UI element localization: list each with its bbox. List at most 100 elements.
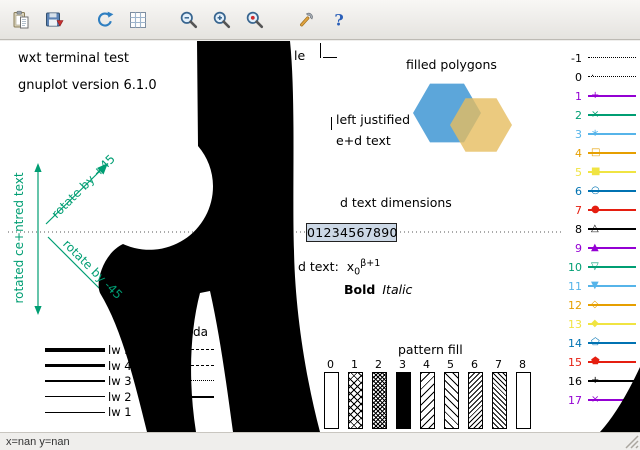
legend-marker: · [591, 70, 595, 82]
toolbar-separator [158, 19, 176, 20]
linewidth-line [45, 379, 105, 383]
copy-button[interactable] [8, 6, 34, 34]
pattern-box-2 [372, 372, 387, 429]
toolbar-separator [74, 19, 92, 20]
linewidth-label: lw 1 [108, 405, 132, 419]
linewidth-line [45, 395, 105, 398]
pattern-box-6 [468, 372, 483, 429]
legend-number: 1 [575, 89, 582, 103]
pattern-box-1 [348, 372, 363, 429]
bold-italic-line: Bold Italic [344, 282, 413, 297]
legend-entry-8: 8 △ [548, 222, 638, 236]
plot-title-line1: wxt terminal test [18, 51, 129, 66]
legend-entry-16: 16 + [548, 374, 638, 388]
legend-marker: ⬟ [591, 355, 600, 367]
legend-line-sample: ⬟ [586, 355, 638, 369]
legend-number: 8 [575, 222, 582, 236]
pattern-box-8 [516, 372, 531, 429]
enhanced-superscript: β+1 [360, 258, 381, 269]
legend-entry-12: 12 ◇ [548, 298, 638, 312]
legend-line-sample: ◆ [586, 317, 638, 331]
rotated-plus45-text: rotate by +45 [48, 151, 118, 221]
zoom-next-button[interactable] [209, 6, 235, 34]
legend-marker: △ [591, 222, 599, 234]
grid-button[interactable] [125, 6, 151, 34]
boxed-digits: 01234567890 [307, 225, 398, 240]
zoom-previous-button[interactable] [176, 6, 202, 34]
legend-marker: □ [591, 146, 601, 158]
legend-entry-6: 6 ○ [548, 184, 638, 198]
plot-canvas[interactable]: wxt terminal test gnuplot version 6.1.0 … [0, 41, 640, 432]
legend-entry-0: 0 · [548, 70, 638, 84]
filled-polygons-label: filled polygons [406, 57, 497, 72]
legend-line-sample: ⬠ [586, 336, 638, 350]
legend-number: 3 [575, 127, 582, 141]
legend-entry-13: 13 ◆ [548, 317, 638, 331]
dash-partial-text: da [193, 325, 208, 339]
export-file-icon [46, 12, 64, 27]
help-button[interactable]: ? [326, 6, 352, 34]
linewidth-label: lw 3 [108, 374, 132, 388]
legend-entry--1: -1 [548, 51, 638, 65]
legend-number: 17 [568, 393, 582, 407]
yellow-hexagon [450, 98, 512, 152]
legend-entry-15: 15 ⬟ [548, 355, 638, 369]
pattern-number: 5 [447, 358, 454, 371]
toolbar: ? [0, 0, 640, 40]
centred-text-fragment: e+d text [336, 133, 391, 148]
legend-marker: ∗ [591, 127, 600, 139]
dash-sample [186, 349, 214, 350]
resize-grip[interactable] [625, 435, 639, 449]
legend-line-sample: ∗ [586, 127, 638, 141]
linewidth-label: lw 4 [108, 358, 132, 373]
toolbar-separator [275, 19, 293, 20]
linewidth-label: lw 2 [108, 389, 132, 404]
export-button[interactable] [41, 6, 67, 34]
legend-number: -1 [571, 51, 582, 65]
italic-sample: Italic [382, 282, 413, 297]
pattern-box-5 [444, 372, 459, 429]
autoscale-button[interactable] [242, 6, 268, 34]
legend-line-sample: ▲ [586, 241, 638, 255]
linewidth-line [45, 411, 105, 413]
rotated-vertical-text: rotated ce+ntred text [12, 172, 27, 304]
refresh-icon [98, 11, 114, 27]
legend-number: 2 [575, 108, 582, 122]
settings-button[interactable] [293, 6, 319, 34]
legend-line [588, 57, 636, 58]
legend-marker: × [591, 108, 600, 120]
enhanced-prefix: d text: x [298, 259, 355, 275]
arrowhead-up [34, 163, 42, 172]
legend-marker: ◆ [591, 317, 599, 329]
clipboard-icon [13, 10, 29, 28]
legend-marker: ● [591, 203, 600, 215]
pattern-number: 3 [399, 358, 406, 371]
legend-entry-7: 7 ● [548, 203, 638, 217]
help-icon: ? [334, 10, 343, 29]
rotated-minus45-text: rotate by -45 [60, 236, 126, 302]
replot-button[interactable] [92, 6, 118, 34]
legend-number: 0 [575, 70, 582, 84]
legend-number: 13 [568, 317, 582, 331]
legend-line-sample: ○ [586, 184, 638, 198]
pattern-box-4 [420, 372, 435, 429]
pattern-number: 1 [351, 358, 358, 371]
pattern-box-3 [396, 372, 411, 429]
legend-line-sample: △ [586, 222, 638, 236]
legend-number: 11 [568, 279, 582, 293]
pattern-fill-label: pattern fill [398, 342, 463, 357]
legend-number: 15 [568, 355, 582, 369]
bold-sample: Bold [344, 282, 376, 297]
legend-marker: × [591, 393, 600, 405]
legend-marker: + [591, 89, 600, 101]
linewidth-line [45, 348, 105, 352]
mouse-position-readout: x=nan y=nan [6, 435, 70, 448]
pattern-number: 2 [375, 358, 382, 371]
legend-line-sample: + [586, 89, 638, 103]
pattern-number: 0 [327, 358, 334, 371]
left-justified-label: left justified [336, 112, 410, 127]
grid-icon [130, 11, 146, 28]
zoom-autoscale-icon [246, 11, 264, 28]
legend-line-sample: + [586, 374, 638, 388]
legend-marker: + [591, 374, 600, 386]
